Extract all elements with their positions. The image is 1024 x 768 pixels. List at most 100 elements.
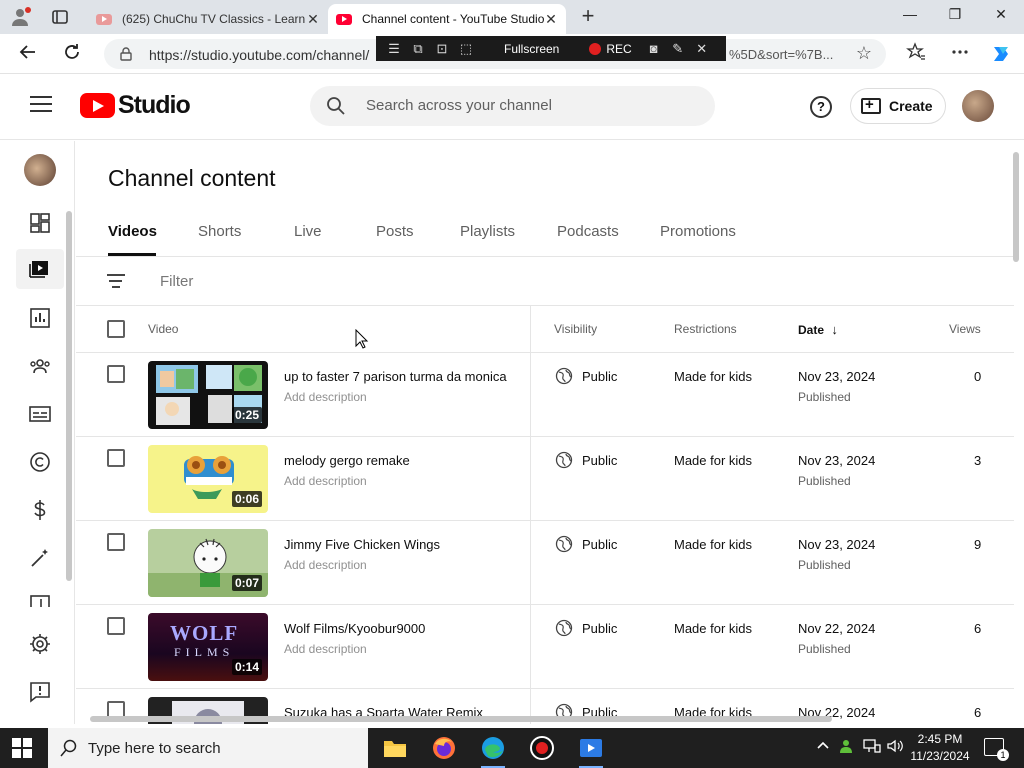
analytics-icon[interactable] — [28, 306, 52, 330]
notification-center-icon[interactable]: 1 — [984, 738, 1009, 761]
restore-button[interactable]: ❐ — [940, 6, 970, 28]
tab-shorts[interactable]: Shorts — [198, 223, 241, 240]
refresh-icon[interactable] — [60, 42, 84, 66]
copilot-icon[interactable] — [989, 42, 1013, 66]
back-arrow-icon[interactable] — [16, 42, 40, 66]
row-checkbox[interactable] — [107, 617, 125, 635]
edge-icon[interactable] — [479, 734, 507, 768]
feedback-icon[interactable] — [28, 680, 52, 704]
subtitles-icon[interactable] — [28, 402, 52, 426]
row-checkbox[interactable] — [107, 449, 125, 467]
recorder-app-icon[interactable] — [528, 734, 556, 762]
dashboard-icon[interactable] — [28, 211, 52, 235]
recorder-fullscreen-label[interactable]: Fullscreen — [504, 42, 559, 56]
pen-icon[interactable]: ✎ — [666, 41, 690, 57]
studio-logo[interactable]: Studio — [80, 91, 191, 120]
favorite-star-icon[interactable]: ☆ — [856, 43, 872, 64]
recorder-region-icon[interactable]: ⊡ — [430, 41, 454, 57]
recorder-close-icon[interactable]: ✕ — [690, 41, 714, 57]
browser-profile-icon[interactable] — [8, 6, 34, 28]
video-app-icon[interactable] — [577, 734, 605, 768]
tab-promotions[interactable]: Promotions — [660, 223, 736, 240]
customization-wand-icon[interactable] — [28, 546, 52, 570]
favorites-icon[interactable] — [904, 42, 928, 66]
video-description[interactable]: Add description — [284, 642, 367, 656]
close-window-button[interactable]: ✕ — [986, 6, 1016, 28]
new-tab-button[interactable]: + — [577, 5, 599, 28]
tab-playlists[interactable]: Playlists — [460, 223, 515, 240]
copyright-icon[interactable] — [28, 450, 52, 474]
filter-input[interactable]: Filter — [160, 273, 193, 290]
table-header: Video Visibility Restrictions Date ↓ Vie… — [76, 306, 1014, 353]
column-restrictions: Restrictions — [674, 322, 737, 336]
tab-actions-icon[interactable] — [48, 6, 72, 28]
tray-overflow-icon[interactable] — [816, 738, 830, 755]
select-all-checkbox[interactable] — [107, 320, 125, 338]
recorder-window-icon[interactable]: ⧉ — [406, 41, 430, 57]
firefox-icon[interactable] — [430, 734, 458, 762]
tab-chuchu[interactable]: (625) ChuChu TV Classics - Learn ✕ — [88, 4, 328, 34]
video-thumbnail[interactable]: WOLF FILMS 0:14 — [148, 613, 268, 681]
taskbar-clock[interactable]: 2:45 PM 11/23/2024 — [905, 731, 975, 765]
horizontal-scrollbar[interactable] — [90, 716, 832, 722]
filter-icon[interactable] — [107, 274, 125, 288]
vertical-scrollbar[interactable] — [1013, 152, 1019, 262]
recorder-crop-icon[interactable]: ⬚ — [454, 41, 478, 57]
visibility-value[interactable]: Public — [582, 621, 617, 636]
video-thumbnail[interactable]: 0:06 — [148, 445, 268, 513]
tab-podcasts[interactable]: Podcasts — [557, 223, 619, 240]
globe-icon — [555, 451, 573, 469]
filter-bar[interactable]: Filter — [76, 258, 1014, 306]
table-row[interactable]: 0:07 Jimmy Five Chicken Wings Add descri… — [76, 521, 1014, 605]
help-icon[interactable]: ? — [810, 96, 832, 118]
visibility-value[interactable]: Public — [582, 369, 617, 384]
audio-library-icon[interactable] — [28, 593, 52, 607]
column-date[interactable]: Date ↓ — [798, 322, 838, 337]
record-button[interactable]: REC — [589, 42, 632, 56]
row-checkbox[interactable] — [107, 533, 125, 551]
tab-channel-content[interactable]: Channel content - YouTube Studio ✕ — [328, 4, 566, 34]
create-button[interactable]: Create — [850, 88, 946, 124]
video-title[interactable]: melody gergo remake — [284, 453, 410, 468]
volume-icon[interactable] — [886, 738, 904, 757]
table-row[interactable]: 0:06 melody gergo remake Add description… — [76, 437, 1014, 521]
minimize-button[interactable]: — — [895, 6, 925, 28]
tab-live[interactable]: Live — [294, 223, 322, 240]
more-menu-icon[interactable] — [948, 42, 972, 66]
visibility-value[interactable]: Public — [582, 453, 617, 468]
windows-start-icon[interactable] — [12, 738, 32, 758]
video-thumbnail[interactable]: 0:25 — [148, 361, 268, 429]
file-explorer-icon[interactable] — [381, 734, 409, 762]
earn-dollar-icon[interactable] — [28, 498, 52, 522]
video-title[interactable]: Jimmy Five Chicken Wings — [284, 537, 440, 552]
studio-header: Studio Search across your channel ? Crea… — [0, 74, 1024, 140]
recorder-menu-icon[interactable]: ☰ — [382, 41, 406, 57]
tab-videos[interactable]: Videos — [108, 223, 157, 240]
row-checkbox[interactable] — [107, 365, 125, 383]
tab-posts[interactable]: Posts — [376, 223, 414, 240]
tray-app-icon[interactable] — [838, 738, 854, 757]
video-thumbnail[interactable]: 0:07 — [148, 529, 268, 597]
video-description[interactable]: Add description — [284, 558, 367, 572]
community-icon[interactable] — [28, 354, 52, 378]
table-row[interactable]: WOLF FILMS 0:14 Wolf Films/Kyoobur9000 A… — [76, 605, 1014, 689]
settings-gear-icon[interactable] — [28, 632, 52, 656]
table-row[interactable]: 0:25 up to faster 7 parison turma da mon… — [76, 353, 1014, 437]
channel-avatar[interactable] — [24, 154, 56, 186]
close-tab-icon[interactable]: ✕ — [544, 11, 558, 28]
sidebar-scrollbar[interactable] — [66, 211, 72, 581]
account-avatar[interactable] — [962, 90, 994, 122]
taskbar-search-input[interactable]: Type here to search — [48, 728, 368, 768]
channel-search-input[interactable]: Search across your channel — [310, 86, 715, 126]
network-icon[interactable] — [863, 738, 881, 757]
sidebar-item-content[interactable] — [16, 249, 64, 289]
studio-logo-text: Studio — [118, 91, 191, 119]
camera-icon[interactable]: ◙ — [642, 41, 666, 56]
video-description[interactable]: Add description — [284, 390, 367, 404]
video-title[interactable]: up to faster 7 parison turma da monica — [284, 369, 507, 384]
video-description[interactable]: Add description — [284, 474, 367, 488]
visibility-value[interactable]: Public — [582, 537, 617, 552]
hamburger-menu-icon[interactable] — [30, 96, 52, 114]
video-title[interactable]: Wolf Films/Kyoobur9000 — [284, 621, 425, 636]
close-tab-icon[interactable]: ✕ — [306, 11, 320, 28]
